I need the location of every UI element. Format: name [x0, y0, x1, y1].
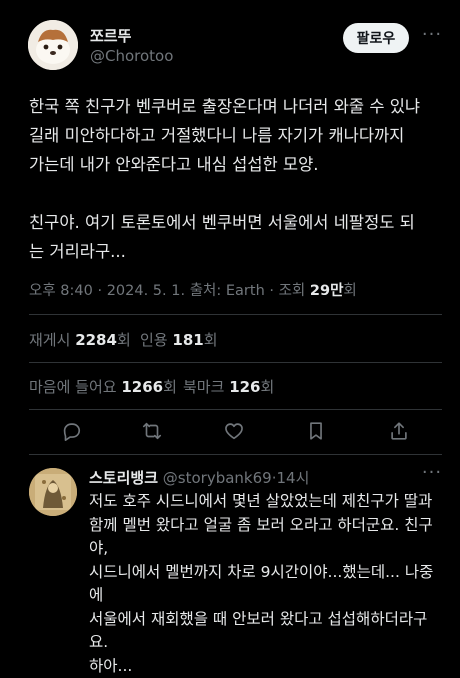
reply-author-name[interactable]: 스토리뱅크 [89, 469, 158, 487]
likes-unit: 회 [163, 378, 177, 396]
post-time[interactable]: 오후 8:40 [29, 283, 93, 299]
divider [29, 314, 442, 315]
post-meta: 오후 8:40 · 2024. 5. 1. 출처: Earth · 조회 29만… [29, 279, 357, 300]
quotes-count: 181 [172, 331, 204, 349]
bookmark-icon[interactable] [302, 417, 330, 445]
reposts-label: 재게시 [29, 331, 71, 349]
bookmarks-stat[interactable]: 북마크 126회 [183, 376, 274, 397]
views-count: 29만 [309, 283, 344, 299]
reply-time[interactable]: 14시 [277, 469, 310, 487]
meta-separator: · [97, 283, 107, 299]
reposts-count: 2284 [75, 331, 117, 349]
reply-text: 저도 호주 시드니에서 몇년 살았었는데 제친구가 딸과 함께 멜번 왔다고 얼… [89, 490, 444, 678]
share-icon[interactable] [385, 417, 413, 445]
quotes-unit: 회 [203, 331, 218, 349]
post-source: 출처: Earth [189, 283, 265, 299]
meta-separator: · [269, 283, 279, 299]
post-paragraph-2: 친구야. 여기 토론토에서 벤쿠버면 서울에서 네팔정도 되 는 거리라구... [29, 213, 415, 261]
divider [29, 362, 442, 363]
likes-label: 마음에 들어요 [29, 378, 117, 396]
bookmarks-label: 북마크 [183, 378, 225, 396]
bookmarks-count: 126 [229, 378, 261, 396]
views-label: 조회 [278, 283, 306, 299]
author-name[interactable]: 쪼르뚜 [90, 25, 131, 46]
divider [29, 409, 442, 410]
divider [29, 454, 442, 455]
reply-author-avatar[interactable] [29, 468, 77, 516]
reply-header: 스토리뱅크 @storybank69·14시 [89, 467, 309, 488]
reply-body: 저도 호주 시드니에서 몇년 살았었는데 제친구가 딸과 함께 멜번 왔다고 얼… [89, 492, 434, 675]
reposts-stat[interactable]: 재게시 2284회 [29, 329, 131, 350]
reply-icon[interactable] [57, 417, 85, 445]
likes-stat[interactable]: 마음에 들어요 1266회 [29, 376, 177, 397]
more-options-icon[interactable]: ··· [420, 24, 444, 48]
repost-icon[interactable] [138, 417, 166, 445]
reposts-unit: 회 [116, 331, 131, 349]
views-unit: 회 [343, 283, 357, 299]
author-handle[interactable]: @Chorotoo [90, 47, 173, 65]
post-text: 한국 쪽 친구가 벤쿠버로 출장온다며 나더러 와줄 수 있냐 길래 미안하다하… [29, 92, 449, 266]
like-icon[interactable] [220, 417, 248, 445]
likes-count: 1266 [121, 378, 164, 396]
post-paragraph-1: 한국 쪽 친구가 벤쿠버로 출장온다며 나더러 와줄 수 있냐 길래 미안하다하… [29, 97, 421, 174]
bookmarks-unit: 회 [260, 378, 275, 396]
author-avatar[interactable] [28, 20, 78, 70]
quotes-label: 인용 [140, 331, 168, 349]
follow-button[interactable]: 팔로우 [343, 23, 409, 53]
post-date[interactable]: 2024. 5. 1. [107, 283, 185, 299]
reply-author-handle[interactable]: @storybank69 [163, 469, 272, 487]
reply-more-options-icon[interactable]: ··· [420, 462, 444, 486]
quotes-stat[interactable]: 인용 181회 [140, 329, 218, 350]
